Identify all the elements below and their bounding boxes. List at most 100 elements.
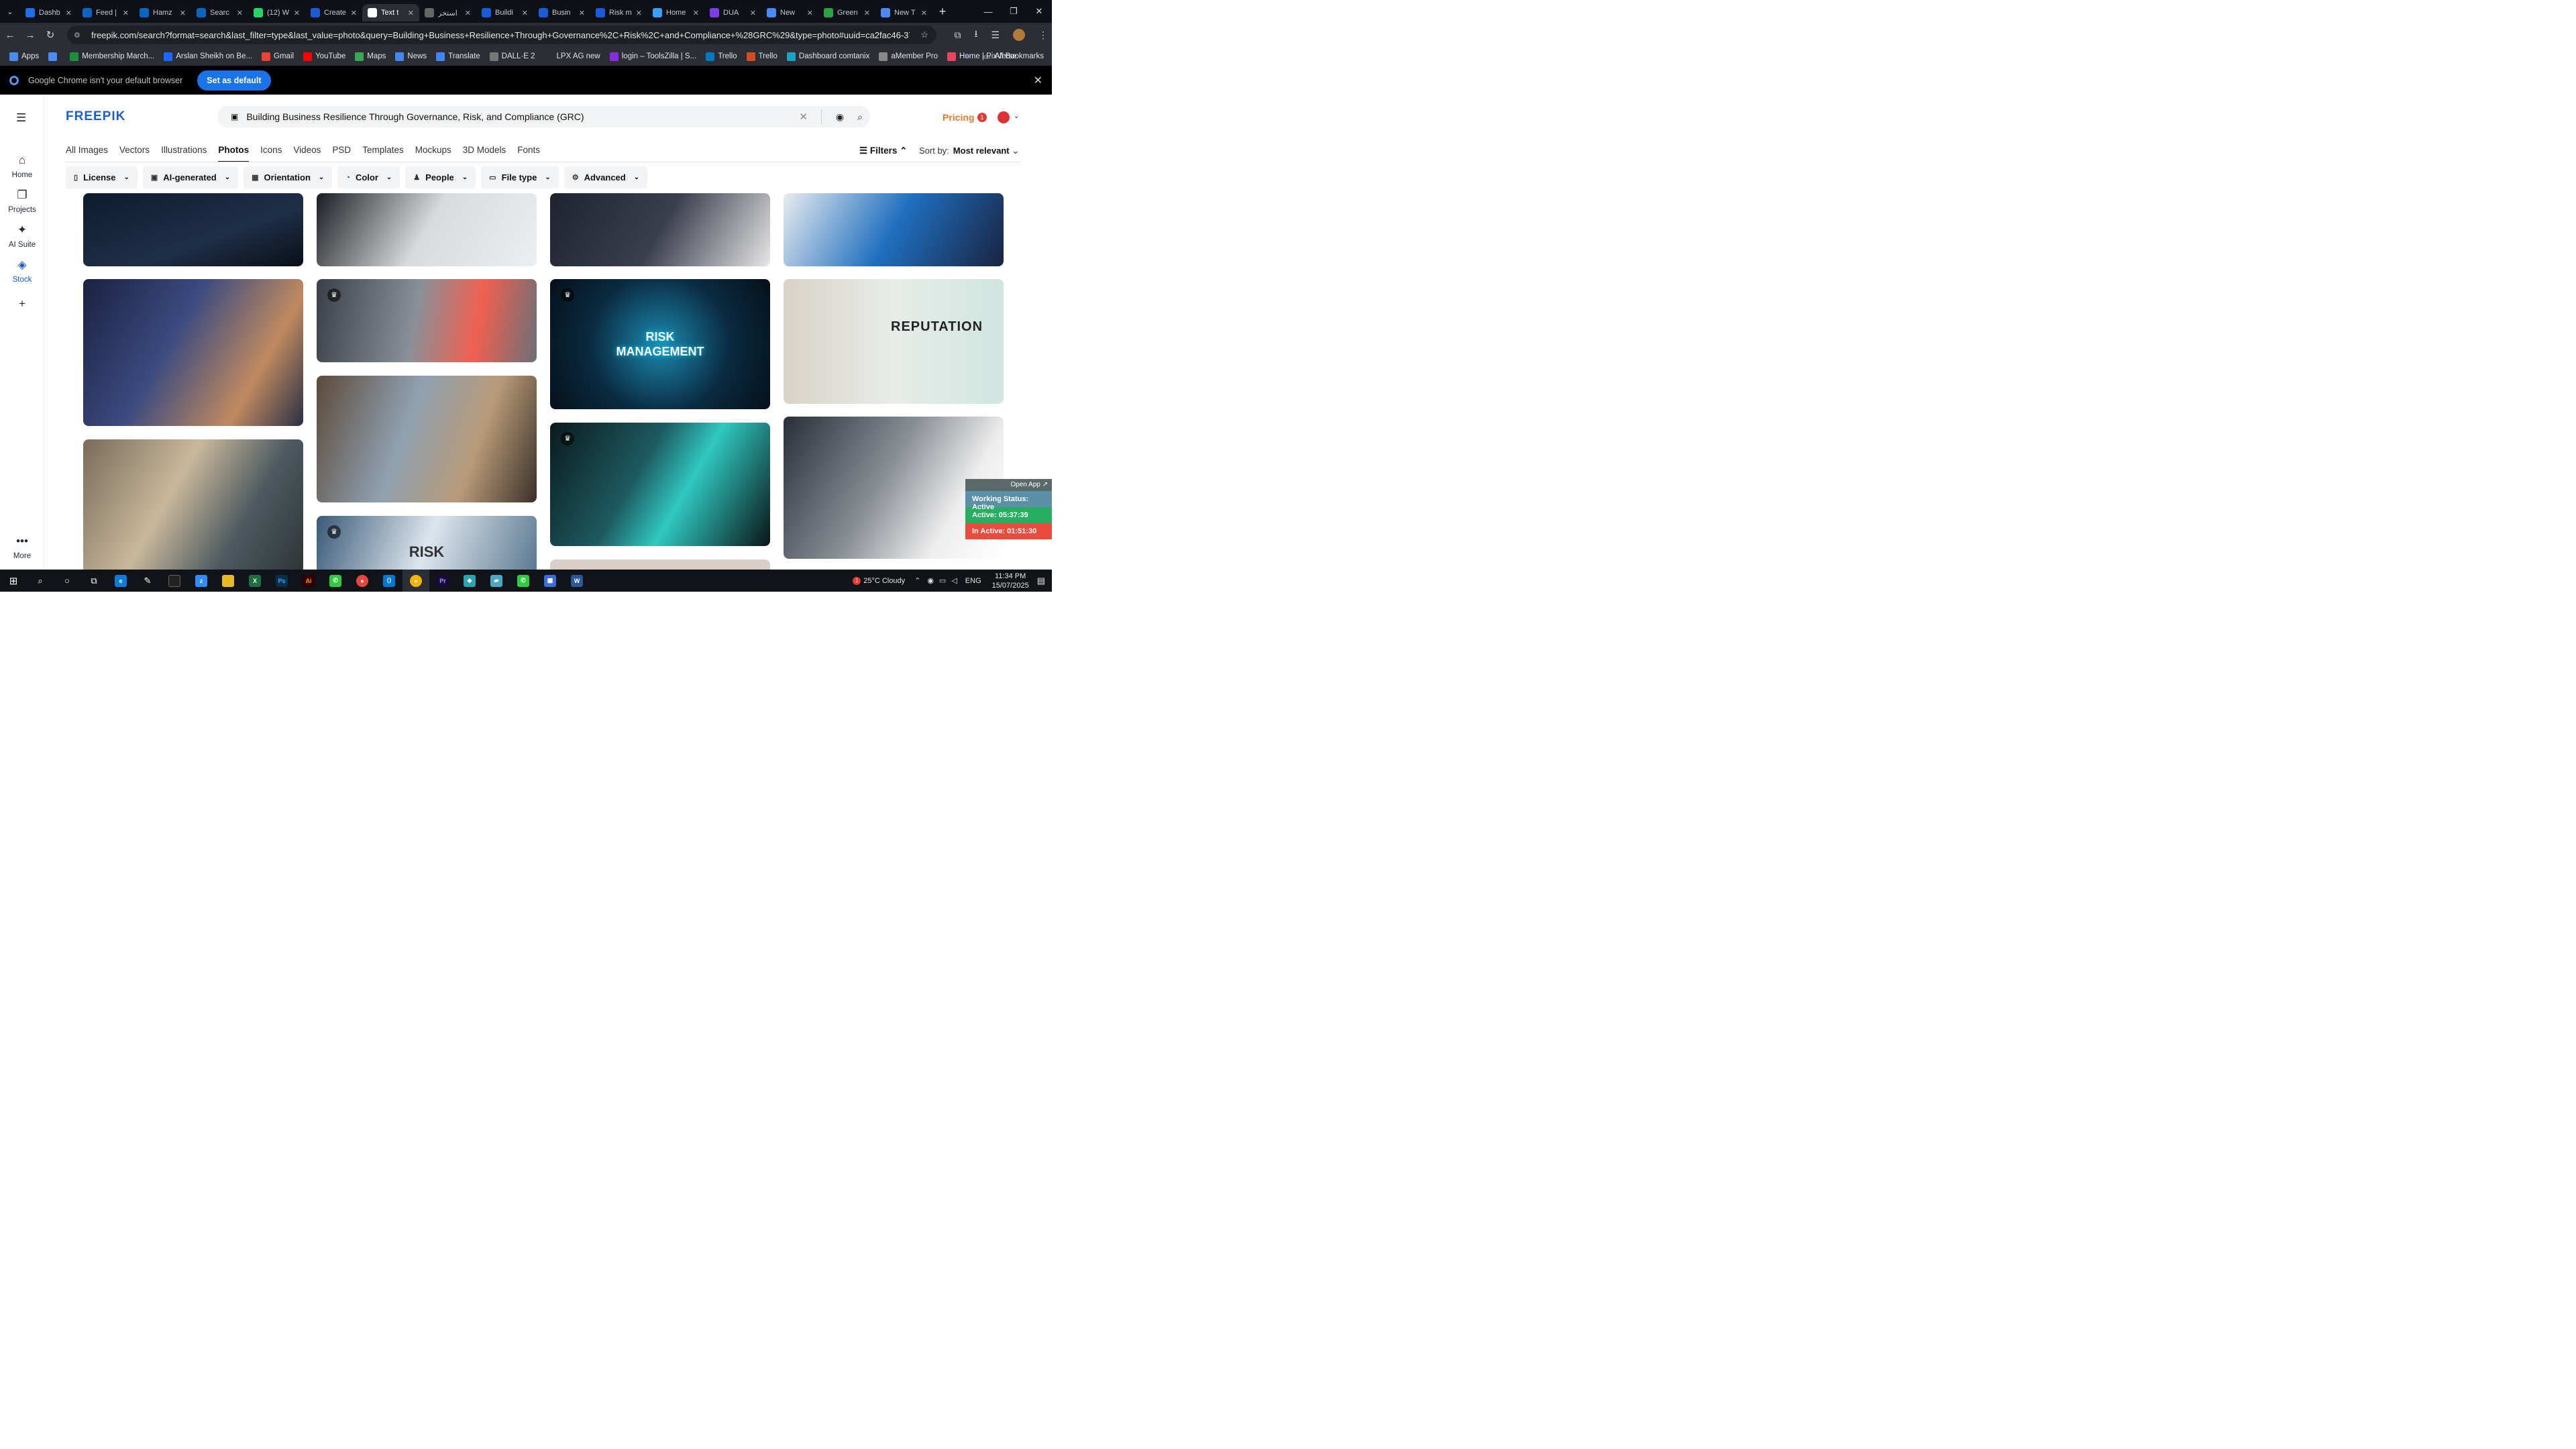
bookmark-item[interactable]: login – ToolsZilla | S... [609,52,696,61]
category-tab[interactable]: 3D Models [463,145,506,162]
sidebar-item[interactable]: ••• More [0,535,44,560]
result-image-handshake[interactable] [550,193,770,266]
new-tab-button[interactable]: + [932,5,953,19]
start-button[interactable]: ⊞ [0,570,27,592]
notification-badge[interactable]: 1 [977,113,987,122]
result-image-business-team[interactable]: ♛ [317,279,537,362]
filter-chip[interactable]: ▯ License ⌄ [66,166,138,189]
result-image-calculator-desk[interactable] [317,193,537,266]
tab-close-icon[interactable]: ✕ [180,9,186,17]
sidebar-item[interactable]: ⌂ Home [0,154,44,179]
category-tab[interactable]: Illustrations [161,145,207,162]
filter-chip[interactable]: ◔ Color ⌄ [337,166,400,189]
category-tab[interactable]: Photos [218,145,250,162]
tab-close-icon[interactable]: ✕ [123,9,129,17]
tab-close-icon[interactable]: ✕ [693,9,699,17]
result-image-reputation[interactable]: REPUTATION [784,279,1004,404]
bookmark-item[interactable]: Gmail [262,52,294,61]
browser-tab[interactable]: Home ✕ [647,4,704,21]
browser-tab[interactable]: Hamz ✕ [134,4,191,21]
excel-icon[interactable]: X [241,570,268,592]
browser-tab[interactable]: DUA ✕ [704,4,761,21]
hamburger-menu-icon[interactable]: ☰ [16,111,26,125]
tab-close-icon[interactable]: ✕ [864,9,870,17]
browser-tab[interactable]: استخر ✕ [419,4,476,21]
tab-close-icon[interactable]: ✕ [408,9,414,17]
weather-widget[interactable]: 25°C Cloudy [863,577,905,585]
filter-chip[interactable]: ⚙ Advanced ⌄ [564,166,648,189]
bookmark-item[interactable]: Translate [436,52,480,61]
clear-search-icon[interactable]: ✕ [799,111,808,123]
reading-list-icon[interactable]: ☰ [991,30,1000,41]
tab-search-icon[interactable]: ⌄ [0,0,20,23]
tab-close-icon[interactable]: ✕ [807,9,813,17]
all-bookmarks[interactable]: » ▭ All Bookmarks [965,52,1044,61]
more-bookmarks-icon[interactable]: » [965,52,969,60]
minimize-icon[interactable]: — [975,0,1001,23]
bookmark-item[interactable]: Trello [706,52,737,61]
result-image-tablet[interactable] [83,193,303,266]
bookmark-item[interactable]: Maps [355,52,386,61]
bookmark-item[interactable]: DALL·E 2 [489,52,535,61]
category-tab[interactable]: Fonts [517,145,540,162]
browser-tab[interactable]: New ✕ [761,4,818,21]
tray-chevron-icon[interactable]: ⌃ [914,576,920,585]
word-icon[interactable]: W [564,570,590,592]
browser-tab[interactable]: Green ✕ [818,4,875,21]
result-image-clipboard[interactable] [784,193,1004,266]
notifications-icon[interactable]: ▤ [1037,576,1045,586]
bookmark-item[interactable]: Dashboard comtanix [786,52,869,61]
category-tab[interactable]: Templates [362,145,404,162]
browser-tab[interactable]: Buildi ✕ [476,4,533,21]
network-icon[interactable]: ▭ [939,576,946,585]
download-icon[interactable]: ⭳ [975,27,978,43]
category-tab[interactable]: Vectors [119,145,150,162]
category-tab[interactable]: Icons [260,145,282,162]
browser-tab[interactable]: Risk m ✕ [590,4,647,21]
menu-icon[interactable]: ⋮ [1038,30,1048,41]
sidebar-item[interactable]: + [0,297,44,315]
volume-icon[interactable]: ◁ [951,576,957,585]
task-view-icon[interactable]: ⧉ [80,570,107,592]
app-icon-2[interactable]: ▰ [483,570,510,592]
cortana-icon[interactable]: ○ [54,570,80,592]
sort-dropdown[interactable]: Sort by: Most relevant ⌄ [919,146,1019,156]
bookmark-item[interactable]: Apps [9,52,39,61]
restore-icon[interactable]: ❐ [1001,0,1026,23]
bookmark-item[interactable] [48,52,60,61]
zoom-icon[interactable]: z [188,570,215,592]
browser-tab[interactable]: Searc ✕ [191,4,248,21]
tab-close-icon[interactable]: ✕ [921,9,927,17]
search-icon[interactable]: ⌕ [850,111,870,123]
edge-icon[interactable]: e [107,570,134,592]
clock[interactable]: 11:34 PM 15/07/2025 [992,572,1029,590]
result-image-network-cubes[interactable]: ♛ [550,423,770,546]
phone-app-icon[interactable]: ✆ [322,570,349,592]
bookmark-item[interactable]: LPX AG new [544,52,600,61]
filter-chip[interactable]: ♟ People ⌄ [405,166,476,189]
browser-tab[interactable]: Busin ✕ [533,4,590,21]
user-avatar[interactable] [998,111,1010,123]
tab-close-icon[interactable]: ✕ [522,9,528,17]
phone-app-icon-2[interactable]: ✆ [510,570,537,592]
result-image-partial[interactable] [550,559,770,570]
open-app-link[interactable]: Open App ↗ [965,479,1052,491]
url-field[interactable]: ⚙ freepik.com/search?format=search&last_… [67,25,936,44]
browser-tab[interactable]: Dashb ✕ [20,4,77,21]
bookmark-item[interactable]: Arslan Sheikh on Be... [164,52,252,61]
browser-tab[interactable]: Text t ✕ [362,4,419,21]
browser-tab[interactable]: Create ✕ [305,4,362,21]
bookmark-item[interactable]: aMember Pro [879,52,938,61]
set-default-button[interactable]: Set as default [197,70,271,91]
result-image-risk-icons[interactable]: ♛ RISK [317,516,537,570]
result-image-office-computer[interactable] [83,439,303,570]
sidebar-item[interactable]: ❐ Projects [0,189,44,214]
tab-close-icon[interactable]: ✕ [579,9,585,17]
result-image-meeting-night[interactable] [83,279,303,426]
terminal-icon[interactable] [161,570,188,592]
illustrator-icon[interactable]: Ai [295,570,322,592]
app-icon[interactable]: ◆ [456,570,483,592]
vscode-icon[interactable]: ⟨⟩ [376,570,402,592]
sidebar-item[interactable]: ◈ Stock [0,258,44,284]
result-image-risk-management[interactable]: ♛ RISK MANAGEMENT [550,279,770,409]
